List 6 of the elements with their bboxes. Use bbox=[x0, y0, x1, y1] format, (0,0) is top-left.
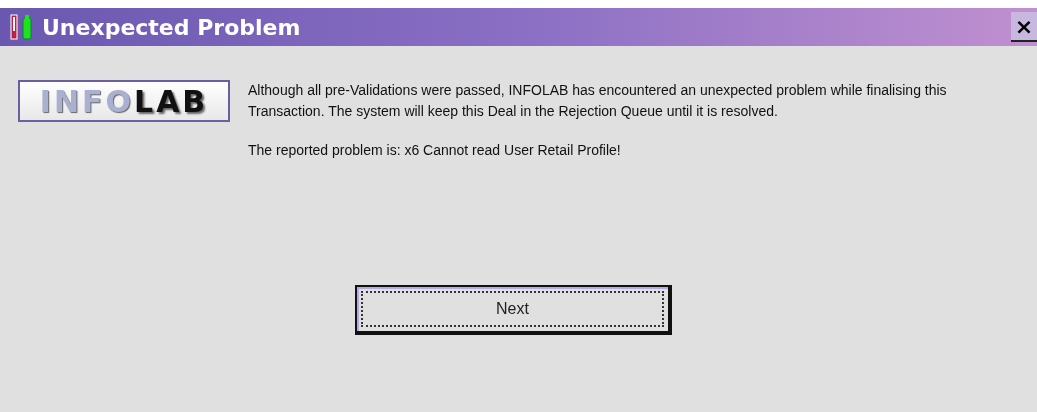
logo: INFOLAB bbox=[18, 80, 230, 122]
message-text: Although all pre-Validations were passed, INFOLAB has encountered an unexpected problem while finalising this Transaction. The system will keep this Deal in the Rejection Queue until it is resolved. bbox=[248, 81, 948, 121]
message-text: The reported problem is: x6 Cannot read User Retail Profile! bbox=[248, 141, 622, 160]
window-title: Unexpected Problem bbox=[42, 14, 302, 40]
next-button[interactable]: Next bbox=[355, 285, 672, 335]
close-button[interactable]: × bbox=[1011, 12, 1037, 42]
